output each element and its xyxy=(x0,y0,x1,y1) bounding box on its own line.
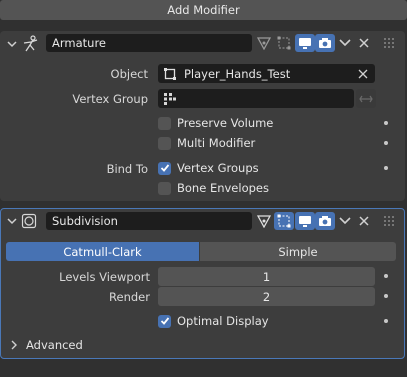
checkmark-icon xyxy=(160,164,169,172)
multi-modifier-box[interactable] xyxy=(158,136,171,150)
vertex-group-icon xyxy=(164,92,176,105)
render-levels-value: 2 xyxy=(262,289,271,304)
cage-toggle[interactable] xyxy=(274,34,294,52)
render-label: Render xyxy=(109,290,150,304)
armature-name-field[interactable]: Armature xyxy=(46,34,252,52)
multi-modifier-checkbox[interactable]: Multi Modifier xyxy=(158,134,255,152)
invert-vertex-group-toggle[interactable] xyxy=(356,89,376,108)
grip-icon xyxy=(384,216,394,226)
render-toggle[interactable] xyxy=(315,212,335,230)
chevron-down-icon[interactable] xyxy=(7,39,17,49)
vertex-groups-checkbox[interactable]: Vertex Groups xyxy=(158,159,259,177)
close-icon[interactable] xyxy=(358,37,370,49)
swap-arrows-icon xyxy=(359,95,373,102)
tab-catmull-clark-label: Catmull-Clark xyxy=(63,244,142,259)
levels-viewport-value: 1 xyxy=(262,269,271,284)
cage-icon xyxy=(277,36,291,50)
bone-envelopes-box[interactable] xyxy=(158,181,171,195)
monitor-icon xyxy=(299,216,311,227)
subdivision-icon xyxy=(21,213,37,229)
bind-to-label: Bind To xyxy=(106,162,148,176)
subdivision-name: Subdivision xyxy=(52,214,118,228)
tab-catmull-clark[interactable]: Catmull-Clark xyxy=(6,242,199,261)
render-levels-field[interactable]: 2 xyxy=(158,287,375,306)
subdivision-name-field[interactable]: Subdivision xyxy=(46,212,252,230)
preserve-volume-label: Preserve Volume xyxy=(177,116,274,130)
keyframe-dot[interactable] xyxy=(384,294,388,298)
armature-icon xyxy=(23,35,38,52)
edit-mode-toggle[interactable] xyxy=(254,34,274,52)
drag-handle[interactable] xyxy=(382,37,394,49)
vertex-group-label: Vertex Group xyxy=(72,92,148,106)
chevron-down-icon[interactable] xyxy=(7,216,17,226)
monitor-icon xyxy=(299,38,311,49)
edit-mode-icon xyxy=(257,215,271,228)
add-modifier-button[interactable]: Add Modifier xyxy=(0,0,407,20)
object-value: Player_Hands_Test xyxy=(184,66,291,81)
edit-mode-toggle[interactable] xyxy=(274,212,294,230)
grip-icon xyxy=(384,38,394,48)
levels-viewport-field[interactable]: 1 xyxy=(158,267,375,286)
advanced-label: Advanced xyxy=(26,338,83,352)
keyframe-dot[interactable] xyxy=(384,319,388,323)
bone-envelopes-checkbox[interactable]: Bone Envelopes xyxy=(158,179,269,197)
object-label: Object xyxy=(110,67,148,81)
vertex-groups-box[interactable] xyxy=(158,161,171,175)
render-toggle[interactable] xyxy=(315,34,335,52)
on-cage-toggle[interactable] xyxy=(254,212,274,230)
optimal-display-checkbox[interactable]: Optimal Display xyxy=(158,312,269,330)
close-icon[interactable] xyxy=(358,215,370,227)
keyframe-dot[interactable] xyxy=(384,166,388,170)
camera-icon xyxy=(319,216,331,226)
preserve-volume-checkbox[interactable]: Preserve Volume xyxy=(158,114,273,132)
drag-handle[interactable] xyxy=(382,215,394,227)
optimal-display-box[interactable] xyxy=(158,314,171,328)
keyframe-dot[interactable] xyxy=(384,141,388,145)
clear-icon[interactable] xyxy=(358,69,368,79)
tab-simple[interactable]: Simple xyxy=(200,242,396,261)
multi-modifier-label: Multi Modifier xyxy=(177,136,256,150)
checkmark-icon xyxy=(160,317,169,325)
dropdown-chevron-icon[interactable] xyxy=(339,216,351,226)
vertex-groups-label: Vertex Groups xyxy=(177,161,259,175)
keyframe-dot[interactable] xyxy=(384,274,388,278)
object-field[interactable]: Player_Hands_Test xyxy=(158,64,375,83)
bone-envelopes-label: Bone Envelopes xyxy=(177,181,269,195)
edit-mode-icon xyxy=(257,37,271,50)
object-icon xyxy=(164,67,176,80)
tab-simple-label: Simple xyxy=(278,244,318,259)
realtime-toggle[interactable] xyxy=(295,34,315,52)
add-modifier-label: Add Modifier xyxy=(167,3,240,17)
camera-icon xyxy=(319,38,331,48)
armature-name: Armature xyxy=(52,36,106,50)
dropdown-chevron-icon[interactable] xyxy=(339,38,351,48)
preserve-volume-box[interactable] xyxy=(158,116,171,130)
vertex-group-field[interactable] xyxy=(158,89,354,108)
advanced-subpanel-header[interactable]: Advanced xyxy=(10,338,83,352)
chevron-right-icon xyxy=(11,340,17,350)
cage-icon xyxy=(277,214,291,228)
realtime-toggle[interactable] xyxy=(295,212,315,230)
levels-viewport-label: Levels Viewport xyxy=(59,270,150,284)
keyframe-dot[interactable] xyxy=(384,121,388,125)
optimal-display-label: Optimal Display xyxy=(177,314,269,328)
